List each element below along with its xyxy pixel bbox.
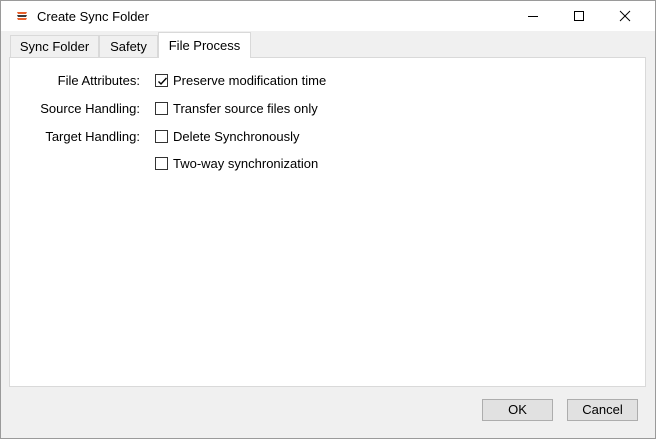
minimize-button[interactable] xyxy=(510,1,556,31)
source-handling-label: Source Handling: xyxy=(40,101,140,116)
tab-safety[interactable]: Safety xyxy=(99,35,158,57)
target-handling-label: Target Handling: xyxy=(45,129,140,144)
dialog-footer: OK Cancel xyxy=(1,387,655,438)
title-bar[interactable]: Create Sync Folder xyxy=(1,1,655,31)
two-way-synchronization-checkbox[interactable] xyxy=(155,157,168,170)
preserve-modification-time-label[interactable]: Preserve modification time xyxy=(173,73,326,89)
cancel-button[interactable]: Cancel xyxy=(567,399,638,421)
maximize-button[interactable] xyxy=(556,1,602,31)
file-attributes-label: File Attributes: xyxy=(57,73,140,88)
tab-sync-folder[interactable]: Sync Folder xyxy=(10,35,99,57)
preserve-modification-time-checkbox[interactable] xyxy=(155,74,168,87)
delete-synchronously-label[interactable]: Delete Synchronously xyxy=(173,129,299,145)
file-process-panel: File Attributes: Preserve modification t… xyxy=(9,57,646,387)
delete-synchronously-checkbox[interactable] xyxy=(155,130,168,143)
minimize-icon xyxy=(528,16,538,17)
two-way-synchronization-label[interactable]: Two-way synchronization xyxy=(173,156,318,172)
app-logo-icon xyxy=(15,9,29,23)
transfer-source-files-only-label[interactable]: Transfer source files only xyxy=(173,101,318,117)
tab-strip: Sync Folder Safety File Process xyxy=(1,31,655,58)
transfer-source-files-only-checkbox[interactable] xyxy=(155,102,168,115)
close-icon xyxy=(619,10,631,22)
maximize-icon xyxy=(574,11,584,21)
dialog-window: Create Sync Folder Sync Folder Safety Fi… xyxy=(0,0,656,439)
close-button[interactable] xyxy=(602,1,648,31)
tab-file-process[interactable]: File Process xyxy=(158,32,251,58)
checkmark-icon xyxy=(158,77,168,86)
window-title: Create Sync Folder xyxy=(37,9,149,24)
ok-button[interactable]: OK xyxy=(482,399,553,421)
